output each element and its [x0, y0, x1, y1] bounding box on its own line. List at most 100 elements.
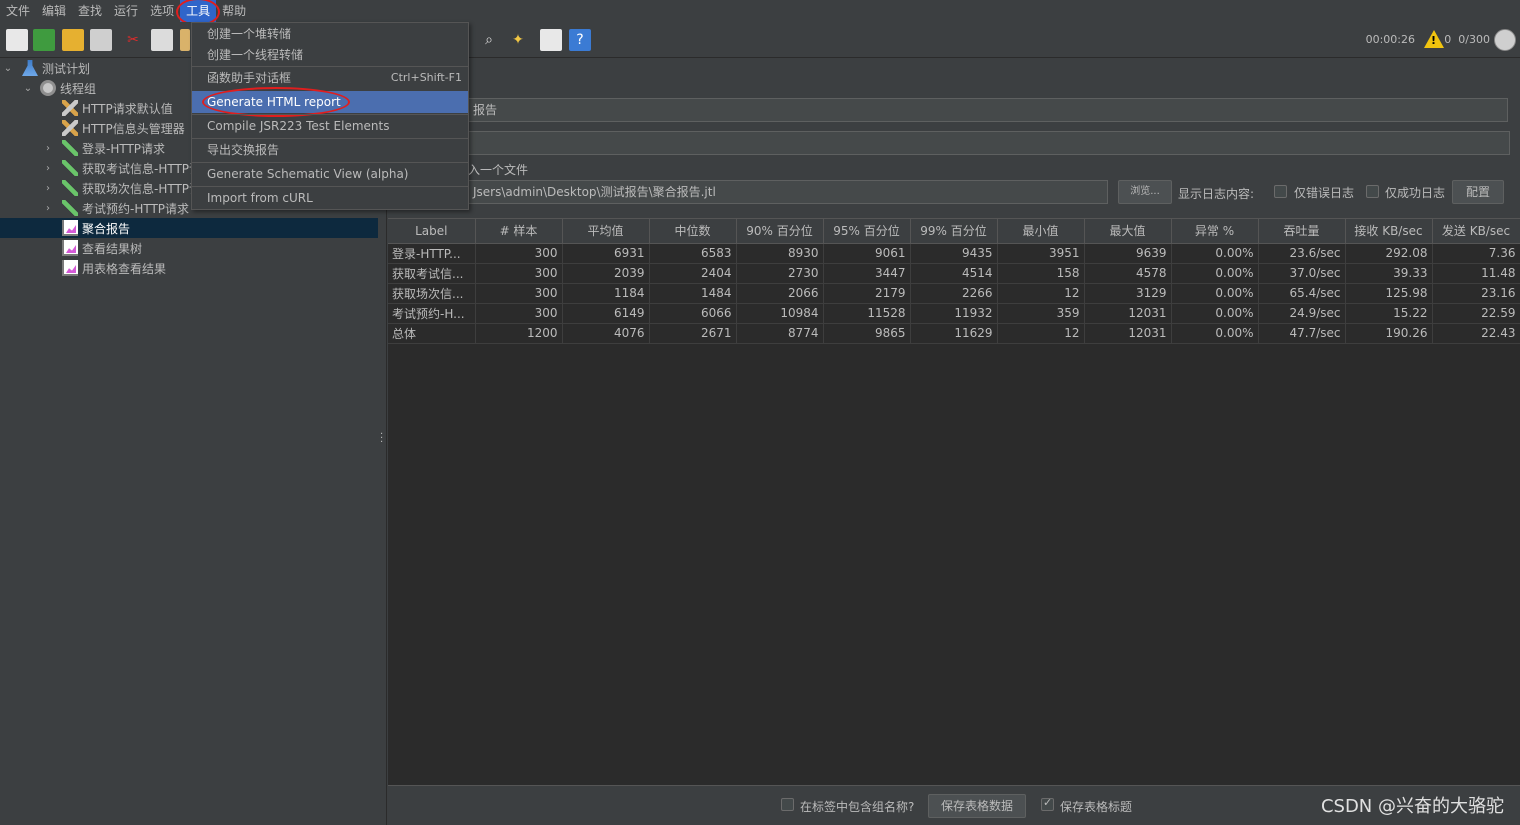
success-only-label: 仅成功日志 — [1385, 186, 1446, 200]
tree-item-aggregate-report[interactable]: 聚合报告 — [0, 218, 378, 238]
column-header[interactable]: Label — [388, 219, 476, 244]
menu-item-function-helper[interactable]: 函数助手对话框 Ctrl+Shift-F1 — [192, 67, 468, 89]
menu-tools[interactable]: 工具 — [176, 0, 221, 26]
expand-icon[interactable]: › — [42, 183, 54, 194]
tree-item-table-results[interactable]: 用表格查看结果 — [0, 258, 378, 278]
paste-icon[interactable] — [180, 29, 190, 51]
copy-icon[interactable] — [151, 29, 173, 51]
table-cell: 4514 — [910, 263, 998, 284]
table-cell: 4076 — [562, 323, 650, 344]
column-header[interactable]: 发送 KB/sec — [1432, 219, 1520, 244]
watermark: CSDN @兴奋的大骆驼 — [1320, 796, 1504, 817]
menu-item-import-curl[interactable]: Import from cURL — [192, 187, 468, 209]
include-group-label: 在标签中包含组名称? — [800, 800, 915, 814]
comment-field[interactable] — [468, 131, 1510, 155]
table-cell: 2730 — [736, 263, 824, 284]
menu-item-export-transactions[interactable]: 导出交换报告 — [192, 139, 468, 161]
splitter-handle-icon[interactable]: · · · — [380, 430, 384, 448]
menu-search[interactable]: 查找 — [72, 0, 108, 22]
menu-bar: 文件 编辑 查找 运行 选项 工具 帮助 — [0, 0, 1520, 26]
column-header[interactable]: 99% 百分位 — [910, 219, 998, 244]
file-section-label: 入一个文件 — [468, 163, 529, 177]
table-cell: 1200 — [475, 323, 563, 344]
clear-broom-icon[interactable]: ✦ — [507, 29, 529, 51]
column-header[interactable]: 95% 百分位 — [823, 219, 911, 244]
config-button[interactable]: 配置 — [1452, 180, 1504, 204]
menu-item-schematic-view[interactable]: Generate Schematic View (alpha) — [192, 163, 468, 185]
expand-icon[interactable]: › — [42, 163, 54, 174]
column-header[interactable]: 中位数 — [649, 219, 737, 244]
collapse-icon[interactable]: ⌄ — [22, 83, 34, 94]
tree-item-result-tree[interactable]: 查看结果树 — [0, 238, 378, 258]
name-field[interactable]: 报告 — [468, 98, 1508, 122]
table-cell: 登录-HTTP... — [388, 243, 476, 264]
success-only-checkbox[interactable] — [1366, 185, 1379, 198]
table-cell: 292.08 — [1345, 243, 1433, 264]
table-cell: 7.36 — [1432, 243, 1520, 264]
menu-options[interactable]: 选项 — [144, 0, 180, 22]
column-header[interactable]: 异常 % — [1171, 219, 1259, 244]
table-row[interactable]: 登录-HTTP... 300 6931 6583 8930 9061 9435 3951 963… — [388, 243, 1520, 264]
column-header[interactable]: 吞吐量 — [1258, 219, 1346, 244]
menu-help[interactable]: 帮助 — [216, 0, 252, 22]
column-header[interactable]: # 样本 — [475, 219, 563, 244]
table-row[interactable]: 获取考试信... 300 2039 2404 2730 3447 4514 158 4578 0.… — [388, 263, 1520, 284]
tree-item-label: 获取考试信息-HTTP请 — [82, 161, 202, 176]
table-cell: 6066 — [649, 303, 737, 324]
function-list-icon[interactable] — [540, 29, 562, 51]
column-header[interactable]: 最大值 — [1084, 219, 1172, 244]
table-cell: 9639 — [1084, 243, 1172, 264]
templates-icon[interactable] — [33, 29, 55, 51]
menu-file[interactable]: 文件 — [0, 0, 36, 22]
remote-globe-icon[interactable] — [1494, 29, 1516, 51]
table-cell: 9865 — [823, 323, 911, 344]
browse-button[interactable]: 浏览... — [1118, 180, 1172, 204]
table-row[interactable]: 获取场次信... 300 1184 1484 2066 2179 2266 12 3129 0.0… — [388, 283, 1520, 304]
table-cell: 65.4/sec — [1258, 283, 1346, 304]
help-icon[interactable]: ? — [569, 29, 591, 51]
table-cell: 300 — [475, 243, 563, 264]
column-header[interactable]: 最小值 — [997, 219, 1085, 244]
open-folder-icon[interactable] — [62, 29, 84, 51]
table-cell: 158 — [997, 263, 1085, 284]
table-row[interactable]: 考试预约-H... 300 6149 6066 10984 11528 11932 359 12… — [388, 303, 1520, 324]
new-file-icon[interactable] — [6, 29, 28, 51]
search-binoculars-icon[interactable]: ⌕ — [478, 29, 500, 51]
errors-only-label: 仅错误日志 — [1294, 186, 1355, 200]
expand-icon[interactable]: › — [42, 203, 54, 214]
save-table-data-button[interactable]: 保存表格数据 — [928, 794, 1026, 818]
thread-count: 0/300 — [1458, 33, 1490, 46]
table-cell: 0.00% — [1171, 303, 1259, 324]
table-cell: 300 — [475, 283, 563, 304]
table-cell: 考试预约-H... — [388, 303, 476, 324]
tree-item-label: 登录-HTTP请求 — [82, 141, 166, 156]
table-cell: 22.59 — [1432, 303, 1520, 324]
expand-icon[interactable]: › — [42, 143, 54, 154]
save-icon[interactable] — [90, 29, 112, 51]
column-header[interactable]: 接收 KB/sec — [1345, 219, 1433, 244]
table-cell: 37.0/sec — [1258, 263, 1346, 284]
column-header[interactable]: 平均值 — [562, 219, 650, 244]
table-cell: 11.48 — [1432, 263, 1520, 284]
menu-item-generate-html-report[interactable]: Generate HTML report — [192, 87, 468, 117]
table-row[interactable]: 总体 1200 4076 2671 8774 9865 11629 12 12031 0.00% 4… — [388, 323, 1520, 344]
menu-run[interactable]: 运行 — [108, 0, 144, 22]
tree-item-label: 线程组 — [60, 81, 97, 96]
save-header-checkbox[interactable] — [1041, 796, 1054, 811]
table-cell: 2266 — [910, 283, 998, 304]
file-path-input[interactable]: Jsers\admin\Desktop\测试报告\聚合报告.jtl — [468, 180, 1108, 204]
table-cell: 300 — [475, 263, 563, 284]
column-header[interactable]: 90% 百分位 — [736, 219, 824, 244]
tools-icon — [62, 100, 78, 116]
collapse-icon[interactable]: ⌄ — [2, 63, 14, 74]
cut-icon[interactable]: ✂ — [122, 29, 144, 51]
pipette-icon — [62, 140, 78, 156]
menu-item-heap-dump[interactable]: 创建一个堆转储 — [192, 23, 468, 45]
errors-only-checkbox[interactable] — [1274, 185, 1287, 198]
menu-item-compile-jsr223[interactable]: Compile JSR223 Test Elements — [192, 115, 468, 137]
menu-edit[interactable]: 编辑 — [36, 0, 72, 22]
chart-icon — [62, 220, 78, 236]
menu-item-thread-dump[interactable]: 创建一个线程转储 — [192, 44, 468, 66]
pipette-icon — [62, 180, 78, 196]
include-group-checkbox[interactable] — [781, 798, 794, 811]
